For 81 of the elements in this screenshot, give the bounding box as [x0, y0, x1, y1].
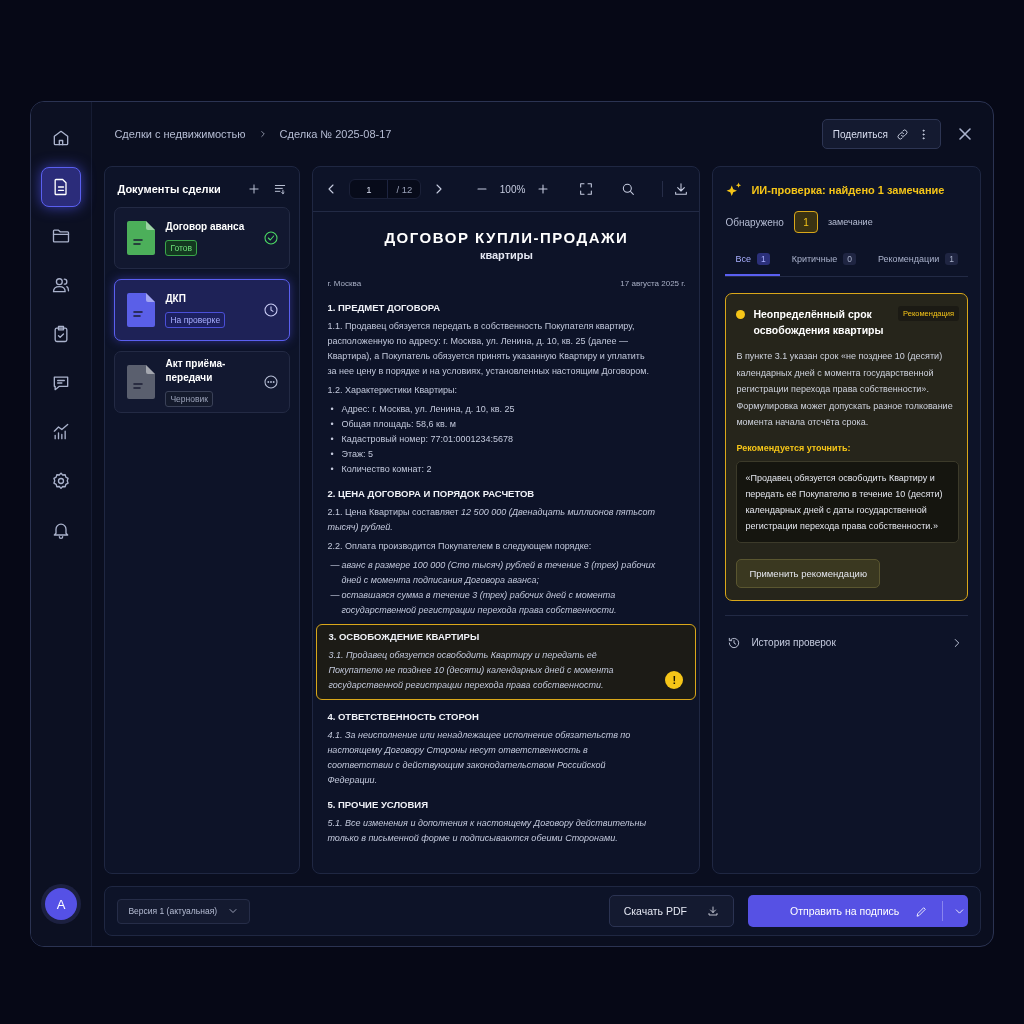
check-circle-icon	[263, 230, 280, 246]
document-card[interactable]: Договор аванса Готов	[114, 207, 291, 269]
detected-label: Обнаружено	[725, 216, 784, 228]
fullscreen-icon[interactable]	[577, 181, 594, 197]
list-marker: •	[329, 403, 335, 416]
file-icon	[127, 221, 156, 255]
paragraph: 2.1. Цена Квартиры составляет 12 500 000 (Двенадцать миллионов пятьсот тысяч) рублей.	[327, 506, 656, 534]
suggested-wording: «Продавец обязуется освободить Квартиру и передать её Покупателю в течение 10 (десяти) календарных дней с даты государственной регистрации перехода права собственности.»	[736, 460, 959, 543]
list-item: Этаж: 5	[341, 448, 373, 461]
list-marker: —	[329, 589, 341, 602]
document-card[interactable]: ДКП На проверке	[114, 279, 291, 341]
document-name: Акт приёма-передачи	[165, 357, 227, 385]
filter-tab[interactable]: Критичные 0	[781, 245, 866, 276]
section-heading: 1. ПРЕДМЕТ ДОГОВОРА	[327, 301, 442, 315]
document-subtitle: квартиры	[478, 248, 534, 262]
filter-tab[interactable]: Рекомендации 1	[867, 245, 968, 276]
nav-button[interactable]	[41, 167, 82, 207]
document-title: ДОГОВОР КУПЛИ-ПРОДАЖИ	[383, 228, 630, 248]
status-badge: Черновик	[165, 391, 213, 407]
add-icon[interactable]	[247, 182, 262, 196]
issue-title: Неопределённый срок освобождения квартиры	[753, 307, 885, 338]
zoom-level: 100%	[499, 183, 526, 195]
detected-label: замечание	[827, 217, 873, 227]
clock-icon	[263, 302, 280, 318]
breadcrumb-link[interactable]: Сделка № 2025-08-17	[279, 128, 392, 140]
download-icon[interactable]	[673, 181, 690, 197]
document-date: 17 августа 2025 г.	[620, 278, 686, 290]
status-badge: На проверке	[165, 312, 226, 328]
history-icon	[727, 635, 742, 650]
document-name: Договор аванса	[165, 220, 245, 234]
settings-icon	[51, 471, 72, 491]
search-icon[interactable]	[620, 181, 637, 197]
list-marker: •	[329, 433, 335, 446]
user-avatar[interactable]: A	[45, 888, 78, 920]
section-heading: 5. ПРОЧИЕ УСЛОВИЯ	[327, 798, 429, 812]
status-badge: Готов	[165, 240, 198, 256]
more-circle-icon	[263, 374, 280, 390]
file-icon	[127, 365, 156, 399]
paragraph: 3.1. Продавец обязуется освободить Квартиру и передать её Покупателю не позднее 10 (десяти) календарных дней с момента государственной регистрации перехода права собственности.	[328, 649, 615, 692]
suggestion-label: Рекомендуется уточнить:	[736, 442, 852, 453]
apply-button[interactable]: Применить рекомендацию	[736, 558, 881, 588]
breadcrumb-link[interactable]: Сделки с недвижимостью	[114, 128, 246, 140]
list-marker: —	[329, 559, 341, 572]
issue-description: В пункте 3.1 указан срок «не позднее 10 (десяти) календарных дней с момента государственной регистрации перехода права собственности». Формулировка может допускать разное толкование момента начала отсчёта срока.	[736, 350, 954, 429]
document-city: г. Москва	[327, 278, 362, 290]
list-item: оставшаяся сумма в течение 3 (трех) рабочих дней с момента государственной регистрации перехода права собственности.	[341, 589, 618, 617]
download-button[interactable]: Скачать PDF	[608, 895, 734, 927]
filter-tab[interactable]: Все 1	[725, 245, 780, 276]
page-field[interactable]: 1 / 12	[349, 179, 422, 199]
list-item: Общая площадь: 58,6 кв. м	[341, 418, 456, 431]
section-heading: 4. ОТВЕТСТВЕННОСТЬ СТОРОН	[327, 710, 480, 724]
history-link[interactable]: История проверок	[725, 614, 968, 650]
warning-badge: !	[665, 671, 684, 689]
pencil-icon	[915, 904, 929, 918]
panel-title: Документы сделки	[117, 183, 222, 195]
share-button[interactable]: Поделиться	[821, 119, 941, 149]
list-marker: •	[329, 463, 335, 476]
sort-icon[interactable]	[273, 182, 288, 196]
document-name: ДКП	[165, 292, 186, 306]
paragraph: 5.1. Все изменения и дополнения к настоящему Договору действительны только в письменной форме и подписываются обеими Сторонами.	[327, 817, 647, 845]
link-icon	[896, 127, 909, 141]
paragraph: 1.2. Характеристики Квартиры:	[327, 384, 459, 397]
list-marker: •	[329, 418, 335, 431]
list-item: Кадастровый номер: 77:01:0001234:5678	[341, 433, 514, 446]
document-card[interactable]: Акт приёма-передачи Черновик	[114, 351, 291, 413]
download-icon	[707, 905, 719, 917]
send-button[interactable]: Отправить на подпись	[748, 895, 968, 927]
list-item: Количество комнат: 2	[341, 463, 432, 476]
users-icon	[51, 275, 72, 295]
review-title: ИИ-проверка: найдено 1 замечание	[751, 184, 945, 196]
version-dropdown[interactable]: Версия 1 (актуальная)	[117, 898, 251, 924]
file-icon	[127, 293, 156, 327]
paragraph: 4.1. За неисполнение или ненадлежащее исполнение обязательств по настоящему Договору Стороны несут ответственность в соответствии с действующим законодательством Российской Федерации.	[327, 729, 632, 787]
list-item: аванс в размере 100 000 (Сто тысяч) рублей в течение 3 (трех) рабочих дней с момента подписания Договора аванса;	[341, 559, 656, 587]
paragraph: 2.2. Оплата производится Покупателем в следующем порядке:	[327, 540, 593, 553]
issue-count: 1	[793, 211, 818, 233]
list-item: Адрес: г. Москва, ул. Ленина, д. 10, кв. 25	[341, 403, 515, 416]
section-heading: 3. ОСВОБОЖДЕНИЕ КВАРТИРЫ	[328, 630, 481, 644]
section-heading: 2. ЦЕНА ДОГОВОРА И ПОРЯДОК РАСЧЕТОВ	[327, 487, 536, 501]
paragraph: 1.1. Продавец обязуется передать в собственность Покупателя квартиру, расположенную по адресу: г. Москва, ул. Ленина, д. 10, кв. 25 (далее — Квартира), а Покупатель обязуется принять указанную Квартиру и уплатить за нее цену в порядке и на условиях, установленных настоящим Договором.	[327, 320, 651, 378]
list-marker: •	[329, 448, 335, 461]
